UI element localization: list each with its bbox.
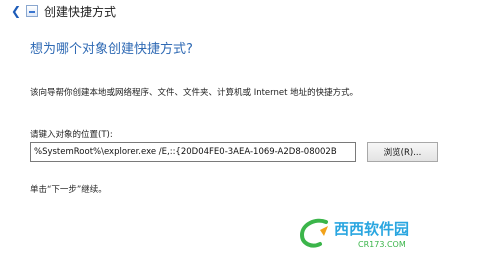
location-label: 请键入对象的位置(T): bbox=[30, 130, 113, 140]
back-button[interactable]: ❮ bbox=[8, 4, 24, 18]
back-arrow-icon: ❮ bbox=[10, 4, 22, 18]
xixi-logo-icon bbox=[299, 218, 328, 248]
continue-hint: 单击“下一步”继续。 bbox=[30, 185, 107, 195]
browse-button[interactable]: 浏览(R)... bbox=[367, 142, 438, 162]
wizard-description: 该向导帮你创建本地或网络程序、文件、文件夹、计算机或 Internet 地址的快… bbox=[30, 88, 359, 98]
create-shortcut-window: ❮ 创建快捷方式 想为哪个对象创建快捷方式? 该向导帮你创建本地或网络程序、文件… bbox=[0, 0, 489, 280]
title-bar: ❮ 创建快捷方式 bbox=[0, 0, 489, 22]
page-heading: 想为哪个对象创建快捷方式? bbox=[30, 42, 193, 57]
location-input[interactable] bbox=[30, 142, 356, 162]
watermark-logo: 西西软件园 CR173.COM bbox=[298, 206, 478, 260]
window-title: 创建快捷方式 bbox=[44, 5, 117, 19]
shortcut-wizard-icon bbox=[26, 5, 38, 17]
watermark-subtext: CR173.COM bbox=[358, 240, 406, 249]
watermark-text: 西西软件园 bbox=[334, 220, 410, 238]
